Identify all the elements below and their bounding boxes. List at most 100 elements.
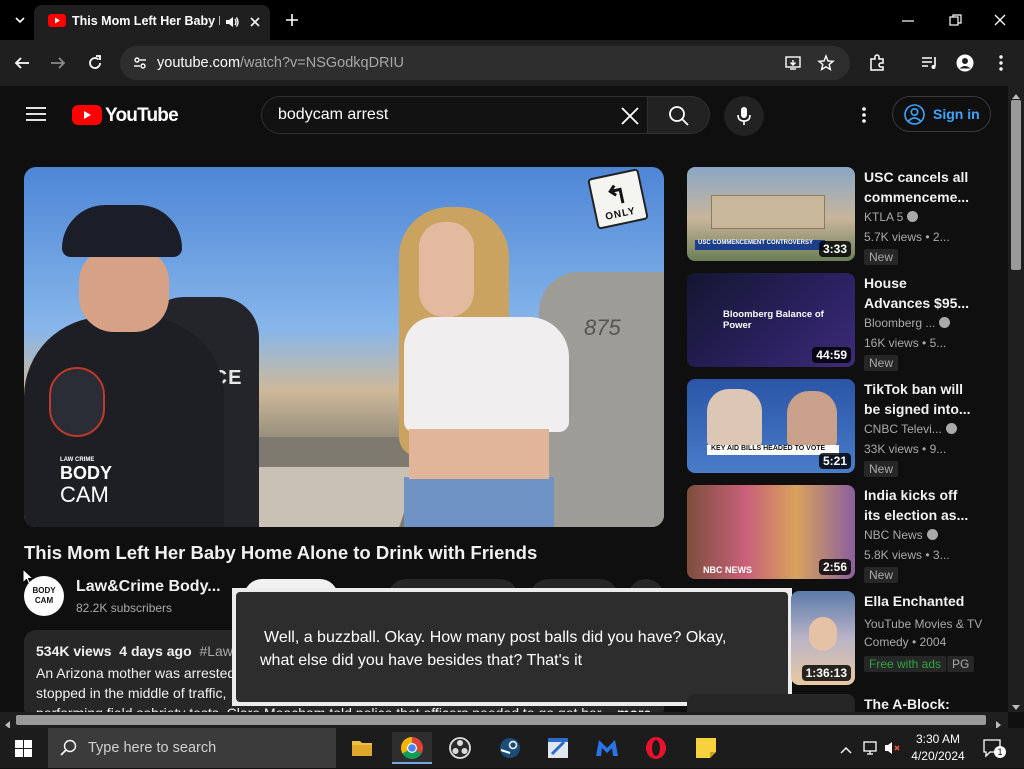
opera-icon[interactable] (636, 732, 676, 764)
scroll-down-arrow-icon[interactable] (1012, 698, 1020, 710)
recommendation-channel[interactable]: CNBC Televi... (864, 422, 986, 436)
new-tab-icon[interactable] (284, 12, 300, 28)
tab-search-icon[interactable] (12, 13, 28, 27)
youtube-logo-text: YouTube (105, 105, 179, 126)
tab-audio-icon[interactable] (224, 14, 240, 30)
voice-search-button[interactable] (724, 96, 764, 136)
tab-close-icon[interactable] (248, 15, 262, 29)
recommendation-thumbnail[interactable]: 1:36:13 (791, 591, 855, 685)
recommendation-channel-name: CNBC Televi... (864, 422, 942, 436)
recommendation-item[interactable]: The A-Block: (687, 694, 987, 712)
recommendation-channel[interactable]: Bloomberg ... (864, 316, 986, 330)
scroll-left-arrow-icon[interactable] (4, 716, 12, 729)
url-path: /watch?v=NSGodkqDRIU (240, 55, 405, 71)
extensions-icon[interactable] (867, 53, 887, 73)
account-circle-icon (904, 104, 925, 125)
free-with-ads-badge: Free with ads (864, 656, 947, 672)
taskbar-search-placeholder: Type here to search (88, 740, 217, 756)
recommendation-item[interactable]: KEY AID BILLS HEADED TO VOTE 5:21 TikTok… (687, 379, 987, 479)
thumbnail-anchor-left (707, 389, 762, 447)
video-scene-woman-waist (409, 429, 549, 479)
view-count: 534K views (36, 643, 112, 659)
forward-icon[interactable] (49, 55, 67, 71)
recommendation-thumbnail[interactable] (687, 694, 855, 712)
recommendation-channel[interactable]: YouTube Movies & TV (864, 617, 986, 631)
sign-in-button[interactable]: Sign in (892, 96, 991, 132)
search-button[interactable] (647, 96, 710, 134)
recommendation-channel[interactable]: NBC News (864, 528, 986, 542)
browser-tab[interactable]: This Mom Left Her Baby Home Alone (34, 5, 270, 40)
obs-studio-icon[interactable] (440, 732, 480, 764)
network-icon[interactable] (862, 740, 878, 756)
scroll-right-arrow-icon[interactable] (994, 716, 1002, 729)
recommendation-item[interactable]: Bloomberg Balance of Power 44:59 House A… (687, 273, 987, 373)
browser-menu-icon[interactable] (996, 54, 1006, 72)
steam-icon[interactable] (490, 732, 530, 764)
video-player[interactable]: 875 ONLY POLICE LAW CRIME BODY CAM (24, 167, 664, 527)
recommendation-thumbnail[interactable]: Bloomberg Balance of Power 44:59 (687, 273, 855, 367)
show-hidden-icons-icon[interactable] (840, 742, 852, 754)
youtube-logo[interactable]: YouTube (72, 104, 179, 126)
settings-more-icon[interactable] (859, 106, 869, 124)
notifications-icon[interactable]: 1 (982, 738, 1006, 758)
taskbar-clock-time[interactable]: 3:30 AM (898, 732, 978, 746)
guide-menu-icon[interactable] (26, 106, 46, 122)
recommendation-title[interactable]: TikTok ban will be signed into... (864, 379, 976, 419)
window-close-icon[interactable] (993, 13, 1007, 27)
vertical-scrollbar-thumb[interactable] (1011, 100, 1021, 270)
recommendation-title[interactable]: Ella Enchanted (864, 591, 986, 611)
recommendation-title[interactable]: USC cancels all commenceme... (864, 167, 976, 207)
taskbar-clock-date[interactable]: 4/20/2024 (898, 749, 978, 763)
window-restore-icon[interactable] (947, 13, 963, 27)
vertical-scrollbar[interactable] (1008, 86, 1024, 712)
recommendation-title[interactable]: House Advances $95... (864, 273, 976, 313)
sticky-notes-icon[interactable] (686, 732, 726, 764)
scroll-up-arrow-icon[interactable] (1012, 88, 1020, 99)
bookmark-star-icon[interactable] (817, 54, 835, 72)
thumbnail-brand-text: Bloomberg Balance of Power (723, 309, 824, 331)
channel-name[interactable]: Law&Crime Body... (76, 578, 221, 596)
recommendation-item[interactable]: USC COMMENCEMENT CONTROVERSY 3:33 USC ca… (687, 167, 987, 267)
recommendation-title[interactable]: India kicks off its election as... (864, 485, 976, 525)
media-controls-icon[interactable] (920, 54, 940, 72)
back-icon[interactable] (13, 55, 31, 71)
video-scene-officer-face (79, 247, 169, 332)
recommendation-title[interactable]: The A-Block: (864, 694, 976, 712)
notification-count-badge: 1 (994, 746, 1006, 758)
clear-search-icon[interactable] (620, 106, 640, 126)
video-scene-barrier (239, 467, 419, 527)
recommendation-thumbnail[interactable]: NBC NEWS 2:56 (687, 485, 855, 579)
chrome-icon[interactable] (392, 732, 432, 764)
youtube-logo-icon (72, 105, 102, 125)
horizontal-scrollbar-thumb[interactable] (16, 715, 986, 725)
recommendation-channel[interactable]: KTLA 5 (864, 210, 986, 224)
thumbnail-poster-face (809, 617, 837, 651)
recommendation-thumbnail[interactable]: USC COMMENCEMENT CONTROVERSY 3:33 (687, 167, 855, 261)
reload-icon[interactable] (86, 54, 104, 72)
recommendation-age: 2... (932, 230, 950, 244)
verified-check-icon (945, 423, 957, 434)
recommendation-thumbnail[interactable]: KEY AID BILLS HEADED TO VOTE 5:21 (687, 379, 855, 473)
search-input[interactable]: bodycam arrest (261, 96, 647, 134)
file-explorer-icon[interactable] (342, 732, 382, 764)
channel-avatar[interactable]: BODY CAM (24, 576, 64, 616)
site-info-icon[interactable] (132, 55, 148, 71)
recommendation-age: 3... (932, 548, 950, 562)
horizontal-scrollbar[interactable] (0, 712, 1008, 729)
description-meta: 534K views 4 days ago #Lawa (36, 643, 241, 659)
paint-icon[interactable] (538, 732, 578, 764)
video-duration: 1:36:13 (801, 665, 851, 681)
window-minimize-icon[interactable] (900, 14, 916, 26)
recommendation-channel-name: NBC News (864, 528, 923, 542)
malwarebytes-icon[interactable] (587, 732, 627, 764)
windows-start-icon[interactable] (15, 740, 32, 757)
recommendation-views: 16K views (864, 336, 919, 350)
verified-check-icon (939, 317, 951, 328)
address-bar[interactable]: youtube.com/watch?v=NSGodkqDRIU (120, 46, 850, 80)
recommendation-item[interactable]: NBC NEWS 2:56 India kicks off its electi… (687, 485, 987, 585)
install-app-icon[interactable] (784, 54, 802, 72)
recommendation-views: 33K views (864, 442, 919, 456)
recommendation-item[interactable]: 1:36:13 Ella Enchanted YouTube Movies & … (687, 591, 987, 691)
profile-icon[interactable] (956, 54, 974, 72)
taskbar-search-box[interactable]: Type here to search (48, 728, 336, 768)
